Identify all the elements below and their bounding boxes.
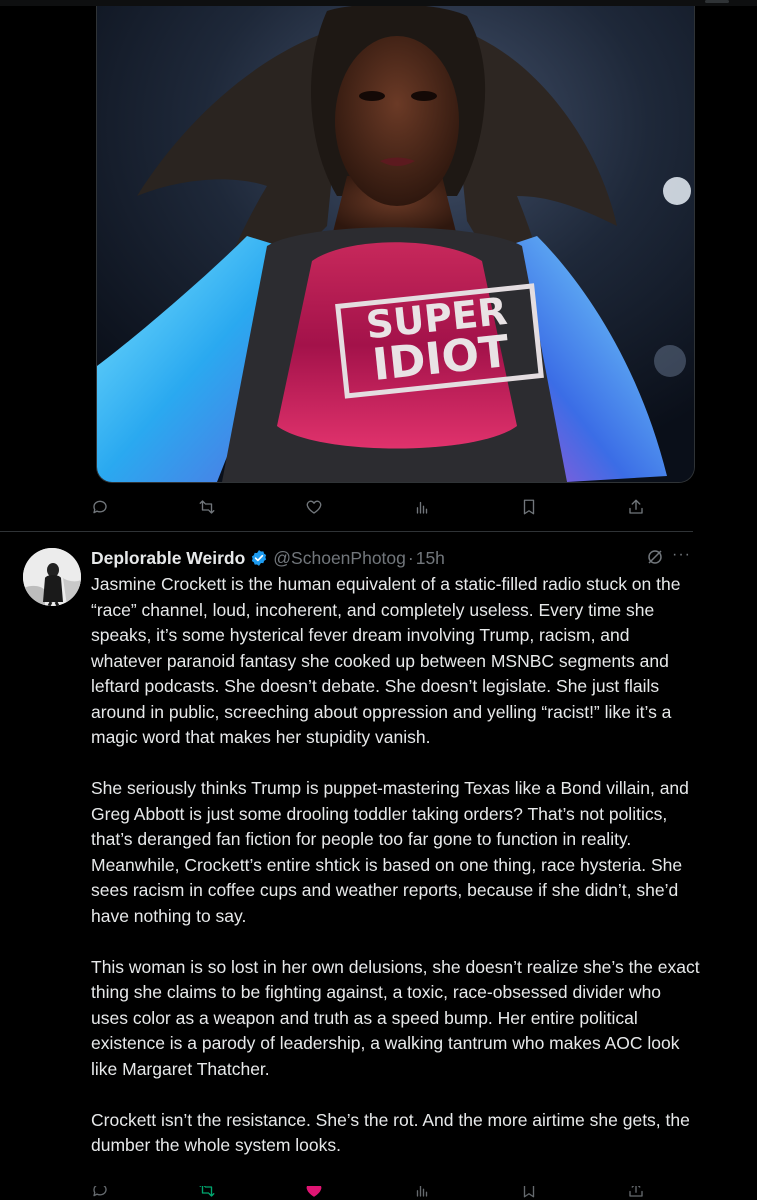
top-indicator xyxy=(705,0,729,3)
share-button[interactable] xyxy=(624,1186,648,1200)
retweet-button[interactable] xyxy=(195,1186,219,1200)
shirt-text: SUPER IDIOT xyxy=(364,289,511,391)
tweet-paragraph: Jasmine Crockett is the human equivalent… xyxy=(91,574,681,747)
more-options-button[interactable]: ··· xyxy=(672,546,692,566)
views-button[interactable] xyxy=(410,1186,434,1200)
tweet-divider xyxy=(0,531,693,532)
tweet-paragraph: This woman is so lost in her own delusio… xyxy=(91,956,700,1079)
display-name[interactable]: Deplorable Weirdo xyxy=(91,548,245,569)
tweet-actions-bar xyxy=(88,495,648,519)
tweet-media-image[interactable]: SUPER IDIOT xyxy=(96,6,695,483)
retweet-icon xyxy=(199,1186,215,1197)
tweet-paragraph: Crockett isn’t the resistance. She’s the… xyxy=(91,1109,690,1156)
tweet-timestamp[interactable]: 15h xyxy=(416,548,445,569)
reply-button[interactable] xyxy=(88,495,112,519)
verified-badge-icon xyxy=(252,550,267,566)
tweet-paragraph: She seriously thinks Trump is puppet-mas… xyxy=(91,778,689,926)
reply-icon xyxy=(93,1186,107,1197)
avatar[interactable] xyxy=(23,548,81,606)
retweet-icon xyxy=(199,500,215,514)
share-icon xyxy=(629,1186,643,1197)
tweet-text: Jasmine Crockett is the human equivalent… xyxy=(91,572,701,1184)
share-icon xyxy=(629,499,643,514)
share-button[interactable] xyxy=(624,495,648,519)
like-icon xyxy=(307,1186,322,1197)
bookmark-button[interactable] xyxy=(517,495,541,519)
views-icon xyxy=(416,1186,427,1197)
bookmark-button[interactable] xyxy=(517,1186,541,1200)
views-button[interactable] xyxy=(410,495,434,519)
views-icon xyxy=(416,501,427,514)
bookmark-icon xyxy=(523,1186,534,1198)
grok-icon[interactable] xyxy=(646,548,664,566)
reply-button[interactable] xyxy=(88,1186,112,1200)
retweet-button[interactable] xyxy=(195,495,219,519)
like-button[interactable] xyxy=(302,1186,326,1200)
user-handle[interactable]: @SchoenPhotog xyxy=(273,548,406,569)
like-icon xyxy=(307,500,322,514)
tweet-actions-bar-bottom xyxy=(88,1186,648,1200)
avatar-photo xyxy=(23,548,81,606)
tweet-header: Deplorable Weirdo @SchoenPhotog · 15h xyxy=(91,545,701,571)
reply-icon xyxy=(93,500,107,514)
like-button[interactable] xyxy=(302,495,326,519)
separator-dot: · xyxy=(407,547,414,568)
bookmark-icon xyxy=(523,499,534,515)
